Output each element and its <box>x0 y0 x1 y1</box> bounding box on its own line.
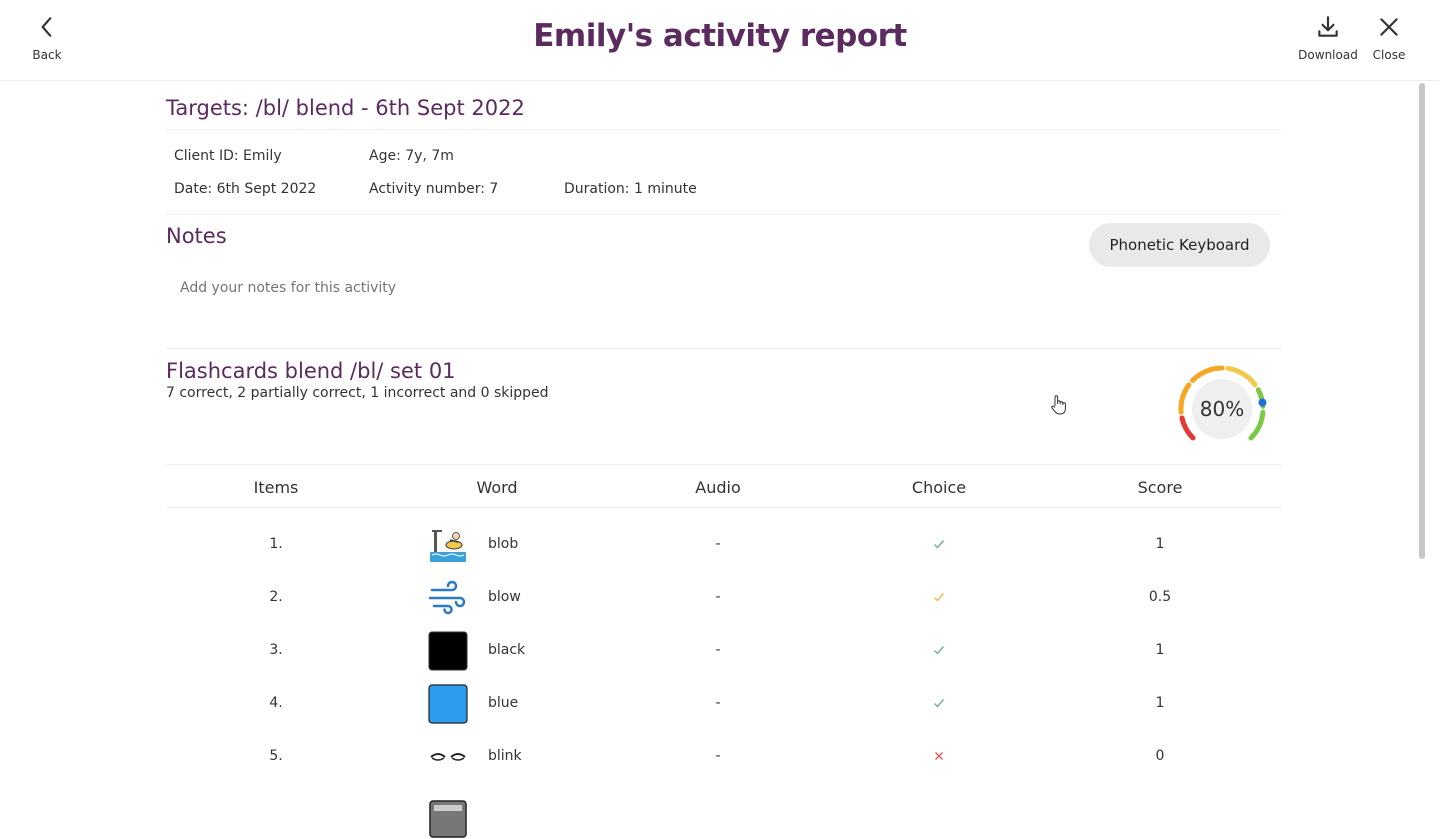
flashcard-set-title: Flashcards blend /bl/ set 01 <box>166 359 456 383</box>
check-icon <box>934 540 945 549</box>
download-icon <box>1318 16 1338 37</box>
choice-result <box>889 677 989 730</box>
score-value: 1 <box>1155 695 1165 711</box>
targets-title: Targets: /bl/ blend - 6th Sept 2022 <box>166 96 525 120</box>
partial-picture <box>429 800 467 838</box>
phonetic-keyboard-button[interactable]: Phonetic Keyboard <box>1089 223 1270 267</box>
item-number: 4. <box>269 695 283 711</box>
gauge-marker <box>1258 398 1267 407</box>
column-header-audio: Audio <box>695 478 741 497</box>
flashcard-set-summary: 7 correct, 2 partially correct, 1 incorr… <box>166 385 549 401</box>
column-header-score: Score <box>1137 478 1183 497</box>
download-button[interactable]: Download <box>1293 14 1363 74</box>
scrollbar-thumb[interactable] <box>1419 83 1425 559</box>
gauge-segment-red <box>1179 415 1196 441</box>
table-row: 1. blob - 1 <box>166 518 1281 571</box>
activity-duration: Duration: 1 minute <box>564 181 697 197</box>
download-label: Download <box>1298 48 1358 62</box>
gauge-segment-green <box>1248 409 1266 441</box>
score-value: 1 <box>1155 642 1165 658</box>
blue-square <box>428 684 468 724</box>
top-bar: Back Emily's activity report Download Cl… <box>0 0 1440 81</box>
table-row: 5. blink - 0 <box>166 730 1281 783</box>
table-row: 2. blow - 0.5 <box>166 571 1281 624</box>
column-header-choice: Choice <box>911 478 967 497</box>
table-row: 3. black - 1 <box>166 624 1281 677</box>
close-label: Close <box>1372 48 1406 62</box>
item-number: 2. <box>269 589 283 605</box>
audio-value: - <box>715 642 721 658</box>
item-number: 1. <box>269 536 283 552</box>
notes-title: Notes <box>166 224 227 248</box>
gauge-segment-orange <box>1190 365 1225 383</box>
audio-value: - <box>715 748 721 764</box>
hand-cursor-icon <box>1051 395 1066 415</box>
column-header-items: Items <box>253 478 299 497</box>
cross-icon <box>935 752 943 760</box>
word-label: black <box>488 642 526 658</box>
choice-result <box>889 518 989 571</box>
divider <box>166 348 1281 349</box>
client-id: Client ID: Emily <box>174 148 282 164</box>
choice-result <box>889 730 989 783</box>
check-icon <box>934 646 945 655</box>
divider <box>166 129 1281 130</box>
activity-number: Activity number: 7 <box>369 181 499 197</box>
divider <box>166 214 1281 215</box>
word-label: blob <box>488 536 519 552</box>
page-title: Emily's activity report <box>533 18 907 54</box>
divider <box>166 464 1281 465</box>
table-row: 4. blue - 1 <box>166 677 1281 730</box>
audio-value: - <box>715 536 721 552</box>
audio-value: - <box>715 589 721 605</box>
close-icon <box>1380 18 1398 36</box>
audio-value: - <box>715 695 721 711</box>
client-age: Age: 7y, 7m <box>369 148 454 164</box>
black-square <box>428 631 468 671</box>
word-label: blue <box>488 695 519 711</box>
notes-input[interactable] <box>180 280 780 296</box>
item-number: 5. <box>269 748 283 764</box>
wind-picture <box>428 580 466 615</box>
item-number: 3. <box>269 642 283 658</box>
score-value: 0.5 <box>1148 589 1172 605</box>
choice-result <box>889 571 989 624</box>
activity-date: Date: 6th Sept 2022 <box>174 181 317 197</box>
score-value: 1 <box>1155 536 1165 552</box>
close-button[interactable]: Close <box>1354 14 1424 74</box>
gauge-score-label: 80% <box>1200 397 1244 421</box>
check-icon <box>934 699 945 708</box>
choice-result <box>889 624 989 677</box>
gauge-segment-orange <box>1178 382 1192 415</box>
score-gauge: 80% <box>1178 365 1267 441</box>
score-value: 0 <box>1155 748 1165 764</box>
divider <box>166 507 1281 508</box>
partial-check-icon <box>934 593 945 602</box>
column-header-word: Word <box>476 478 518 497</box>
eyes-picture <box>430 753 466 761</box>
word-label: blow <box>488 589 521 605</box>
word-label: blink <box>488 748 522 764</box>
blob-picture <box>430 530 466 562</box>
